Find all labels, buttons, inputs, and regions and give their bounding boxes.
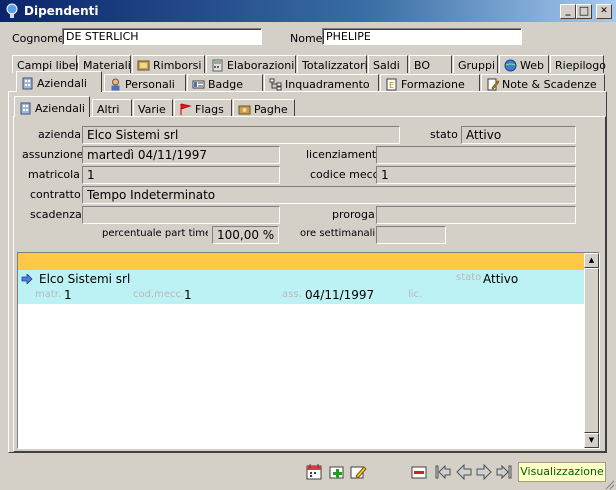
next-record-icon[interactable] [475, 463, 493, 481]
subtab-varie[interactable]: Varie [133, 99, 173, 117]
ore-settimanali-label: ore settimanali [300, 228, 376, 239]
calculator-icon [212, 59, 223, 72]
subtab-aziendali[interactable]: Aziendali [14, 96, 90, 117]
status-mode: Visualizzazione [518, 462, 606, 482]
proroga-label: proroga [332, 208, 375, 221]
tab-rimborsi[interactable]: Rimborsi [132, 55, 205, 73]
close-button[interactable]: ✕ [596, 4, 612, 19]
nome-label: Nome [290, 32, 323, 45]
list-header [18, 253, 584, 270]
row-matr-label: matr. [35, 289, 62, 300]
app-icon [6, 3, 18, 18]
assunzione-field[interactable]: martedì 04/11/1997 [82, 146, 280, 164]
tab-bo[interactable]: BO [409, 55, 452, 73]
hierarchy-icon [269, 78, 282, 91]
first-record-icon[interactable] [434, 463, 452, 481]
tab-badge[interactable]: Badge [187, 74, 263, 92]
row-stato-label: stato [456, 272, 482, 283]
part-time-label: percentuale part time [102, 228, 208, 239]
records-list[interactable]: Elco Sistemi srl stato Attivo matr. 1 co… [17, 252, 600, 449]
scroll-thumb[interactable] [584, 268, 599, 433]
row-matr: 1 [64, 288, 72, 302]
assunzione-label: assunzione [22, 148, 84, 161]
row-stato: Attivo [483, 272, 519, 286]
previous-record-icon[interactable] [455, 463, 473, 481]
tab-formazione[interactable]: E Formazione [380, 74, 480, 92]
edit-record-icon[interactable] [349, 463, 367, 481]
row-azienda: Elco Sistemi srl [39, 272, 131, 286]
scroll-up-button[interactable]: ▲ [584, 253, 599, 268]
note-pencil-icon [487, 78, 499, 91]
tab-elaborazioni[interactable]: Elaborazioni [206, 55, 296, 73]
last-record-icon[interactable] [495, 463, 513, 481]
scroll-down-button[interactable]: ▼ [584, 433, 599, 448]
row-ass-label: ass. [282, 289, 302, 300]
contratto-label: contratto [30, 188, 81, 201]
tab-totalizzatori[interactable]: Totalizzatori [297, 55, 368, 73]
azienda-field[interactable]: Elco Sistemi srl [82, 126, 400, 144]
globe-icon [504, 59, 517, 72]
tab-inquadramento[interactable]: Inquadramento [264, 74, 379, 92]
tab-personali[interactable]: Personali [104, 74, 186, 92]
proroga-field[interactable] [376, 206, 576, 224]
row-lic-label: lic. [408, 289, 423, 300]
building-icon [22, 77, 33, 89]
tab-riepilogo[interactable]: Riepilogo [550, 55, 606, 73]
window-title: Dipendenti [24, 4, 99, 18]
subtab-flags[interactable]: Flags [174, 99, 232, 117]
matricola-label: matricola [28, 168, 80, 181]
azienda-label: azienda [38, 128, 82, 141]
subtab-paghe[interactable]: Paghe [233, 99, 295, 117]
cognome-label: Cognome [12, 32, 65, 45]
list-row-selected[interactable]: Elco Sistemi srl stato Attivo matr. 1 co… [18, 270, 584, 304]
title-bar[interactable]: Dipendenti _ □ ✕ [0, 0, 616, 22]
vertical-scrollbar[interactable]: ▲ ▼ [584, 253, 599, 448]
stato-field[interactable]: Attivo [461, 126, 576, 144]
subtab-altri[interactable]: Altri [92, 99, 132, 117]
tab-note-scadenze[interactable]: Note & Scadenze [481, 74, 605, 92]
arrow-right-icon [21, 274, 33, 284]
person-icon [111, 78, 120, 91]
minimize-button[interactable]: _ [560, 4, 576, 19]
money-icon [238, 105, 251, 115]
book-icon: E [386, 78, 397, 91]
delete-record-icon[interactable] [410, 463, 428, 481]
tab-aziendali[interactable]: Aziendali [16, 71, 102, 92]
licenziamento-field[interactable] [376, 146, 576, 164]
row-codmecc-label: cod.mecc. [133, 289, 185, 300]
tab-web[interactable]: Web [499, 55, 549, 73]
tab-gruppi[interactable]: Gruppi [453, 55, 498, 73]
licenziamento-label: licenziamento [306, 148, 383, 161]
matricola-field[interactable]: 1 [82, 166, 280, 184]
stato-label: stato [430, 128, 458, 141]
codice-mecc-label: codice mecc. [310, 168, 383, 181]
nome-field[interactable]: PHELIPE [322, 28, 522, 45]
scadenza-label: scadenza [30, 208, 82, 221]
rimborsi-icon [137, 60, 150, 71]
tab-saldi[interactable]: Saldi [368, 55, 408, 73]
scadenza-field[interactable] [82, 206, 280, 224]
row-codmecc: 1 [184, 288, 192, 302]
badge-icon [192, 80, 205, 89]
codice-mecc-field[interactable]: 1 [376, 166, 576, 184]
maximize-button[interactable]: □ [576, 4, 592, 19]
svg-text:E: E [389, 81, 394, 90]
contratto-field[interactable]: Tempo Indeterminato [82, 186, 576, 204]
add-record-icon[interactable] [328, 463, 346, 481]
building-icon [20, 102, 31, 114]
cognome-field[interactable]: DE STERLICH [62, 28, 262, 45]
part-time-field[interactable]: 100,00 % [212, 226, 279, 244]
flag-icon [180, 103, 192, 115]
row-ass: 04/11/1997 [305, 288, 375, 302]
calendar-icon[interactable] [305, 463, 323, 481]
resize-grip-icon[interactable] [603, 478, 615, 490]
ore-settimanali-field[interactable] [376, 226, 446, 244]
